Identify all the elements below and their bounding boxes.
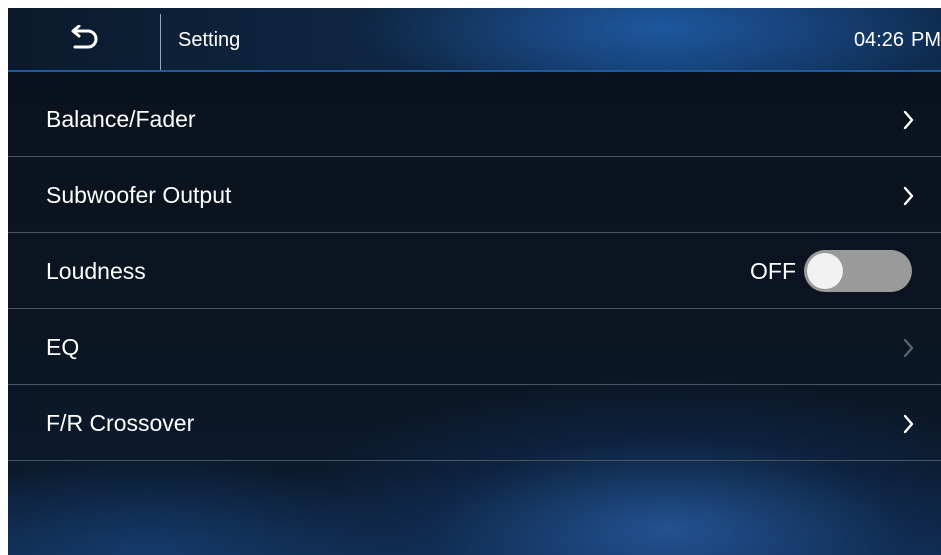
clock-time: 04:26 bbox=[853, 29, 904, 51]
back-arrow-icon bbox=[71, 25, 98, 49]
loudness-toggle[interactable] bbox=[804, 250, 912, 292]
clock-ampm: PM bbox=[911, 29, 941, 51]
menu-item-label: Loudness bbox=[46, 258, 146, 284]
menu-item-subwoofer-output[interactable]: Subwoofer Output bbox=[8, 157, 941, 233]
menu-item-label: EQ bbox=[46, 334, 80, 360]
menu-item-eq[interactable]: EQ bbox=[8, 309, 941, 385]
chevron-right-icon bbox=[903, 414, 914, 434]
loudness-toggle-group: OFF bbox=[750, 249, 912, 293]
header-divider bbox=[160, 14, 161, 70]
top-bar: Setting 04:26 PM bbox=[8, 8, 941, 72]
menu-item-balance-fader[interactable]: Balance/Fader bbox=[8, 81, 941, 157]
clock: 04:26 PM bbox=[854, 8, 941, 72]
settings-screen: Setting 04:26 PM Balance/Fader Subwoofer … bbox=[8, 8, 941, 555]
menu-item-label: F/R Crossover bbox=[46, 410, 195, 436]
chevron-right-icon bbox=[903, 186, 914, 206]
chevron-right-icon bbox=[903, 338, 914, 358]
chevron-right-icon bbox=[903, 110, 914, 130]
toggle-knob bbox=[807, 253, 843, 289]
toggle-state-label: OFF bbox=[750, 257, 796, 284]
menu-item-fr-crossover[interactable]: F/R Crossover bbox=[8, 385, 941, 461]
back-button[interactable] bbox=[8, 8, 160, 72]
menu-item-loudness: Loudness OFF bbox=[8, 233, 941, 309]
page-title: Setting bbox=[178, 29, 241, 51]
menu-item-label: Balance/Fader bbox=[46, 106, 196, 132]
menu-item-label: Subwoofer Output bbox=[46, 182, 232, 208]
